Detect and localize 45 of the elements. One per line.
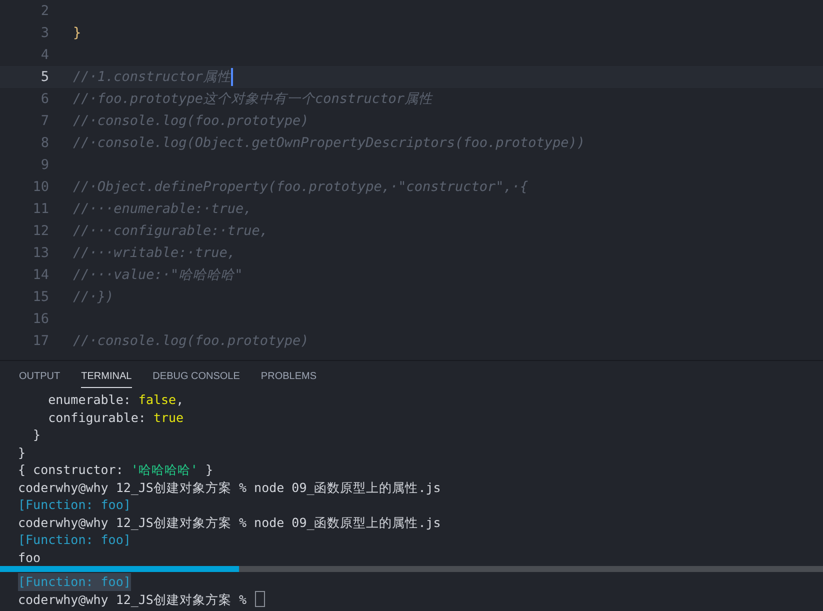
terminal-line: coderwhy@why 12_JS创建对象方案 % node 09_函数原型上的属性.js — [18, 514, 441, 531]
code-line: //·console.log(foo.prototype) — [73, 332, 309, 351]
terminal-line: enumerable: false, — [47, 391, 184, 408]
line-number: 17 — [32, 332, 49, 351]
line-number: 12 — [32, 222, 49, 241]
line-number: 3 — [40, 24, 49, 43]
line-number: 6 — [40, 90, 49, 109]
terminal-line: } — [18, 444, 26, 461]
terminal-line: } — [32, 426, 41, 444]
code-line: //···writable:·true, — [73, 244, 236, 263]
panel-tab[interactable]: TERMINAL — [81, 364, 132, 388]
line-number: 8 — [40, 134, 49, 153]
line-number: 2 — [40, 2, 49, 21]
code-line: //···enumerable:·true, — [73, 200, 252, 219]
video-progress-bar[interactable] — [0, 566, 823, 572]
code-line: //···value:·"哈哈哈哈" — [73, 266, 243, 285]
panel-tab[interactable]: PROBLEMS — [260, 364, 316, 388]
code-line: } — [73, 24, 82, 43]
text-caret — [231, 68, 234, 86]
line-number: 4 — [40, 46, 49, 65]
line-number: 16 — [32, 310, 49, 329]
code-line: //·1.constructor属性 — [73, 68, 232, 87]
line-number: 7 — [40, 112, 49, 131]
code-line: //·}) — [73, 288, 114, 307]
code-line: //···configurable:·true, — [73, 222, 268, 241]
code-line: //·foo.prototype这个对象中有一个constructor属性 — [73, 90, 432, 109]
line-number: 9 — [40, 156, 49, 175]
panel-tab[interactable]: OUTPUT — [19, 364, 60, 388]
line-number: 5 — [40, 68, 49, 87]
code-line: //·console.log(foo.prototype) — [73, 112, 309, 131]
code-line: //·console.log(Object.getOwnPropertyDescriptors(foo.prototype)) — [73, 134, 586, 153]
code-line: //·Object.defineProperty(foo.prototype,·"constructor",·{ — [73, 178, 528, 197]
terminal-prompt: coderwhy@why 12_JS创建对象方案 % — [18, 590, 247, 608]
line-number: 15 — [32, 288, 49, 307]
terminal-line: [Function: foo] — [18, 496, 131, 514]
terminal-line: coderwhy@why 12_JS创建对象方案 % node 09_函数原型上的属性.js — [18, 478, 441, 496]
line-number: 11 — [32, 200, 49, 219]
panel-tab[interactable]: DEBUG CONSOLE — [152, 364, 240, 388]
terminal-line: [Function: foo] — [18, 531, 131, 548]
line-number: 10 — [32, 178, 49, 197]
terminal-line: foo — [18, 548, 41, 566]
line-number: 13 — [32, 244, 49, 263]
terminal-line: configurable: true — [47, 408, 184, 426]
terminal-line: { constructor: '哈哈哈哈' } — [18, 461, 214, 478]
line-number: 14 — [32, 266, 49, 285]
